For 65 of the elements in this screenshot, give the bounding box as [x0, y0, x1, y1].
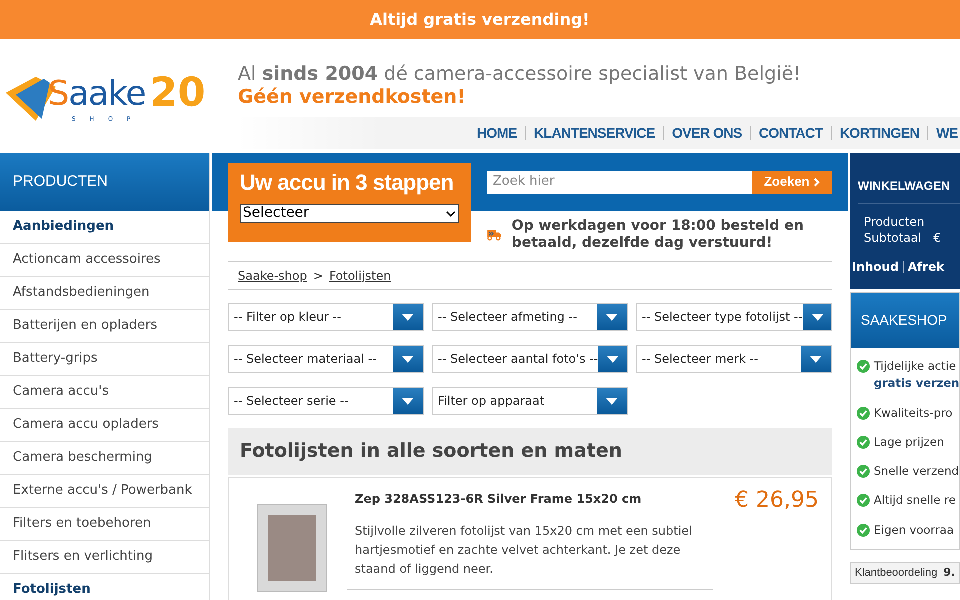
check-circle-icon	[857, 360, 870, 373]
sidebar-item[interactable]: Actioncam accessoires	[0, 244, 209, 277]
sidebar-item[interactable]: Camera bescherming	[0, 442, 209, 475]
check-circle-icon	[857, 406, 870, 420]
rating-value: 9.	[944, 564, 956, 580]
filter-dropdown[interactable]: -- Selecteer aantal foto's --	[432, 345, 628, 373]
usp-highlight: gratis verzen	[874, 375, 960, 392]
section-heading: Fotolijsten in alle soorten en maten	[228, 428, 832, 475]
filter-dropdown[interactable]: -- Selecteer type fotolijst --	[636, 303, 832, 331]
cart-value: €	[934, 230, 942, 246]
cart-link[interactable]: Afrek	[908, 258, 944, 276]
cart-link[interactable]: Inhoud	[852, 258, 899, 276]
nav-link[interactable]: HOME	[477, 122, 518, 144]
cart-label: Producten	[864, 214, 925, 230]
search-field[interactable]: Zoek hier	[487, 170, 752, 194]
nav-link[interactable]: WE	[936, 122, 958, 144]
nav-link[interactable]: OVER ONS	[672, 122, 742, 144]
sidebar-item[interactable]: Filters en toebehoren	[0, 508, 209, 541]
accu-finder-title: Uw accu in 3 stappen	[240, 169, 455, 197]
sidebar-item[interactable]: Externe accu's / Powerbank	[0, 475, 209, 508]
check-circle-icon	[857, 436, 870, 449]
tagline: Al sinds 2004 dé camera-accessoire specialist van België!	[238, 62, 802, 86]
usp-header: SAAKESHOP	[851, 293, 959, 348]
chevron-down-icon	[446, 210, 456, 216]
filter-dropdown[interactable]: -- Filter op kleur --	[228, 303, 424, 331]
filter-dropdown[interactable]: Filter op apparaat	[432, 387, 628, 415]
delivery-message: Op werkdagen voor 18:00 besteld en betaald, dezelfde dag verstuurd!	[512, 218, 805, 252]
sidebar-item[interactable]: Aanbiedingen	[0, 211, 209, 244]
breadcrumb-link[interactable]: Saake-shop	[238, 266, 308, 284]
usp-text: Lage prijzen	[874, 434, 944, 451]
check-circle-icon	[857, 465, 870, 478]
filter-dropdown[interactable]: -- Selecteer serie --	[228, 387, 424, 415]
product-title[interactable]: Zep 328ASS123-6R Silver Frame 15x20 cm	[355, 490, 713, 508]
sidebar-item[interactable]: Battery-grips	[0, 343, 209, 376]
tagline-subtitle: Géén verzendkosten!	[238, 86, 467, 108]
sidebar-item[interactable]: Flitsers en verlichting	[0, 541, 209, 574]
sidebar-item[interactable]: Batterijen en opladers	[0, 310, 209, 343]
filter-dropdown[interactable]: -- Selecteer materiaal --	[228, 345, 424, 373]
sidebar-header: PRODUCTEN	[0, 153, 209, 211]
nav-link[interactable]: CONTACT	[759, 122, 823, 144]
product-description: Stijlvolle zilveren fotolijst van 15x20 cm met een subtiel hartjesmotief en zachte velvet achterkant. Je zet deze staand of liggend neer.	[347, 522, 713, 590]
cart-title: WINKELWAGEN	[858, 177, 960, 204]
breadcrumb-link[interactable]: Fotolijsten	[329, 266, 392, 284]
usp-text: Eigen voorraa	[874, 522, 954, 538]
accu-select[interactable]: Selecteer	[240, 204, 459, 223]
breadcrumb-separator: >	[313, 268, 324, 284]
nav-link[interactable]: KORTINGEN	[840, 122, 920, 144]
product-price: € 26,95	[734, 487, 820, 515]
filter-dropdown[interactable]: -- Selecteer afmeting --	[432, 303, 628, 331]
nav-link[interactable]: KLANTENSERVICE	[534, 122, 656, 144]
cart-label: Subtotaal	[864, 230, 922, 246]
check-circle-icon	[857, 494, 870, 508]
check-circle-icon	[857, 524, 870, 536]
usp-text: Kwaliteits-pro	[874, 404, 953, 422]
shipping-banner: Altijd gratis verzending!	[0, 0, 960, 39]
sidebar-item[interactable]: Camera accu opladers	[0, 409, 209, 442]
chevron-right-icon	[814, 178, 820, 186]
usp-text: Snelle verzend	[874, 463, 960, 480]
rating-label: Klantbeoordeling	[855, 566, 938, 580]
usp-text: Altijd snelle re	[874, 492, 956, 510]
sidebar-item[interactable]: Afstandsbedieningen	[0, 277, 209, 310]
filter-dropdown[interactable]: -- Selecteer merk --	[636, 345, 832, 373]
usp-text: Tijdelijke actie	[874, 358, 958, 375]
sidebar-item[interactable]: Fotolijsten	[0, 574, 209, 600]
sidebar-item[interactable]: Camera accu's	[0, 376, 209, 409]
